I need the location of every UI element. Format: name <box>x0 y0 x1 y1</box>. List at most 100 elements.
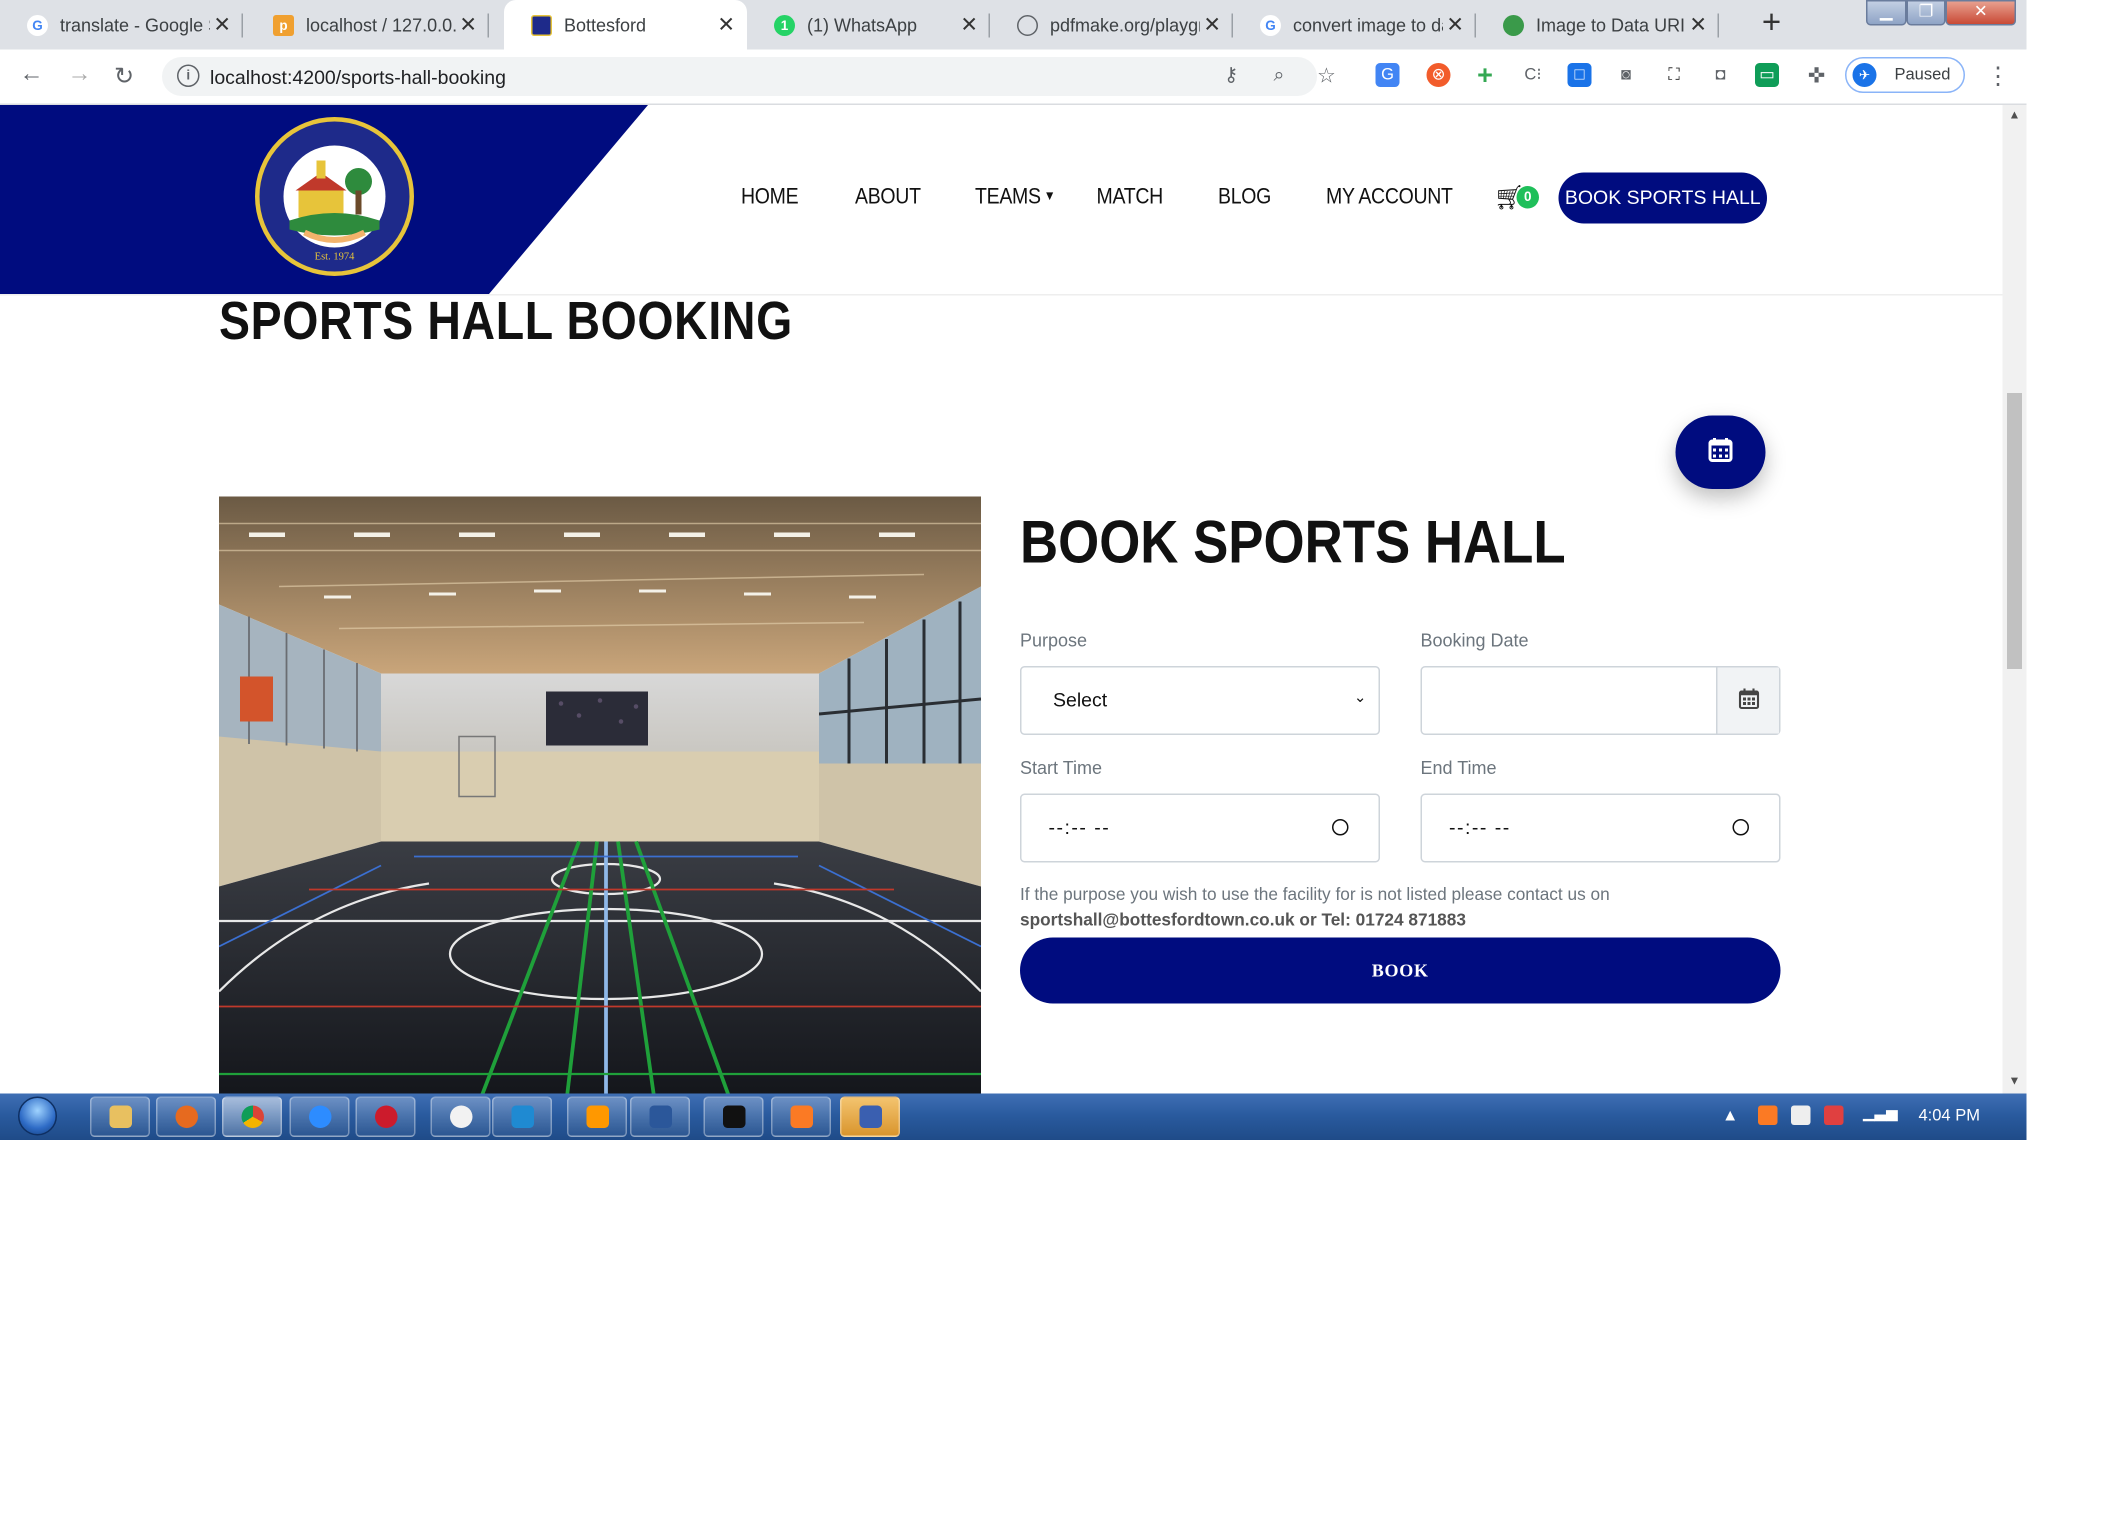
scrollbar-thumb[interactable] <box>2007 393 2022 669</box>
nav-home[interactable]: HOME <box>741 183 799 208</box>
screenshot-extension-icon[interactable]: ⛶ <box>1662 63 1686 87</box>
site-info-icon[interactable]: i <box>177 64 200 87</box>
close-tab-icon[interactable]: ✕ <box>213 12 231 38</box>
key-icon[interactable]: ⚷ <box>1224 63 1238 87</box>
taskbar-app-cmd[interactable] <box>703 1096 764 1137</box>
address-bar[interactable]: i localhost:4200/sports-hall-booking ⚷ ⌕… <box>162 57 1336 96</box>
browser-tab[interactable]: G convert image to da ✕ <box>1233 0 1476 50</box>
purpose-select[interactable]: Select ⌄ <box>1020 666 1380 735</box>
phpmyadmin-icon: p <box>273 14 294 36</box>
taskbar-app-vscode[interactable] <box>492 1096 552 1137</box>
browser-menu-icon[interactable]: ⋮ <box>1986 62 2010 92</box>
tab-title: convert image to da <box>1293 14 1443 36</box>
zoom-icon[interactable]: ⌕ <box>1274 63 1285 87</box>
taskbar-app-chrome[interactable] <box>222 1096 282 1137</box>
windows-logo-icon <box>18 1096 57 1136</box>
taskbar-app-opera[interactable] <box>355 1096 416 1137</box>
taskbar-app-word[interactable] <box>630 1096 690 1137</box>
profile-paused-button[interactable]: ✈ Paused <box>1845 57 1965 93</box>
taskbar-app-xampp[interactable] <box>771 1096 831 1137</box>
start-time-value: --:-- -- <box>1048 816 1111 839</box>
bottesford-icon <box>531 14 552 36</box>
tray-icon[interactable] <box>1791 1105 1811 1125</box>
logo-est-text: Est. 1974 <box>315 252 355 263</box>
screen: G translate - Google Se ✕ p localhost / … <box>0 0 2027 1140</box>
end-time-input[interactable]: --:-- -- <box>1420 793 1781 863</box>
start-button[interactable] <box>6 1094 66 1141</box>
taskbar-app-sublime[interactable] <box>567 1096 627 1137</box>
tray-expand-icon[interactable]: ▲ <box>1722 1107 1738 1125</box>
start-time-input[interactable]: --:-- -- <box>1020 793 1380 863</box>
close-tab-icon[interactable]: ✕ <box>1446 12 1464 38</box>
tab-title: pdfmake.org/playgr <box>1050 14 1200 36</box>
back-icon[interactable]: ← <box>20 62 44 89</box>
new-tab-button[interactable]: + <box>1754 5 1790 42</box>
profile-status: Paused <box>1894 66 1951 84</box>
extensions-puzzle-icon[interactable]: ✜ <box>1805 63 1829 87</box>
purpose-selected-value: Select <box>1053 688 1108 712</box>
minimize-button[interactable]: ▁ <box>1866 0 1907 26</box>
plus-extension-icon[interactable]: + <box>1473 62 1497 89</box>
book-sports-hall-nav-button[interactable]: BOOK SPORTS HALL <box>1558 172 1767 224</box>
forward-icon[interactable]: → <box>68 62 92 89</box>
end-time-label: End Time <box>1420 757 1497 779</box>
extension-icon[interactable]: □ <box>1567 63 1592 87</box>
xampp-tray-icon[interactable] <box>1758 1105 1778 1125</box>
taskbar-app-explorer[interactable] <box>90 1096 150 1137</box>
browser-tab[interactable]: pdfmake.org/playgr ✕ <box>990 0 1233 50</box>
clock-icon[interactable] <box>1732 819 1749 836</box>
vscode-icon <box>511 1105 534 1128</box>
club-logo[interactable]: Est. 1974 <box>255 117 414 276</box>
browser-tab[interactable]: 1 (1) WhatsApp ✕ <box>747 0 990 50</box>
taskbar-app-paint[interactable] <box>430 1096 491 1137</box>
taskbar-clock[interactable]: 4:04 PM <box>1919 1107 1980 1125</box>
extension-icon[interactable]: ▭ <box>1755 63 1779 87</box>
scroll-up-icon[interactable]: ▲ <box>2009 108 2021 122</box>
close-tab-icon[interactable]: ✕ <box>960 12 978 38</box>
nav-blog[interactable]: BLOG <box>1218 183 1271 208</box>
taskbar-app-folder[interactable] <box>840 1096 900 1137</box>
maximize-button[interactable]: ❐ <box>1906 0 1946 26</box>
nav-teams[interactable]: TEAMS ▼ <box>975 183 1056 208</box>
booking-date-field[interactable] <box>1420 666 1781 735</box>
close-tab-icon[interactable]: ✕ <box>1203 12 1221 38</box>
taskbar-app-zoom[interactable] <box>289 1096 350 1137</box>
app-icon <box>859 1105 882 1128</box>
nav-about[interactable]: ABOUT <box>855 183 921 208</box>
reload-icon[interactable]: ↻ <box>114 62 134 92</box>
bookmark-star-icon[interactable]: ☆ <box>1317 63 1336 89</box>
close-window-button[interactable]: ✕ <box>1945 0 2016 26</box>
nav-match[interactable]: MATCH <box>1097 183 1164 208</box>
camera-extension-icon[interactable]: ◙ <box>1614 63 1638 87</box>
extension-icon[interactable]: ⊗ <box>1426 63 1451 87</box>
sublime-icon <box>586 1105 609 1128</box>
extension-icon[interactable]: C⁝ <box>1521 63 1545 87</box>
close-tab-icon[interactable]: ✕ <box>459 12 477 38</box>
browser-tab-active[interactable]: Bottesford ✕ <box>504 0 747 50</box>
close-tab-icon[interactable]: ✕ <box>717 12 735 38</box>
cart-count-badge: 0 <box>1516 186 1539 209</box>
calendar-fab-button[interactable] <box>1675 415 1766 489</box>
page-scrollbar[interactable]: ▲ ▼ <box>2002 105 2027 1094</box>
network-icon[interactable]: ▁▃▅ <box>1863 1106 1898 1123</box>
close-tab-icon[interactable]: ✕ <box>1689 12 1707 38</box>
browser-tab[interactable]: Image to Data URI ✕ <box>1476 0 1719 50</box>
browser-tab[interactable]: p localhost / 127.0.0.1 ✕ <box>246 0 489 50</box>
clock-icon[interactable] <box>1332 819 1349 836</box>
taskbar-app-firefox[interactable] <box>156 1096 216 1137</box>
calendar-icon <box>1738 688 1760 710</box>
translate-extension-icon[interactable]: G <box>1375 63 1400 87</box>
globe-icon <box>1017 14 1038 36</box>
sports-hall-image <box>219 496 981 1094</box>
windows-taskbar: ▲ ▁▃▅ 4:04 PM <box>0 1093 2027 1141</box>
scroll-down-icon[interactable]: ▼ <box>2009 1074 2021 1088</box>
word-icon <box>649 1105 672 1128</box>
tab-title: localhost / 127.0.0.1 <box>306 14 456 36</box>
chrome-icon <box>241 1105 264 1128</box>
flag-tray-icon[interactable] <box>1824 1105 1844 1125</box>
nav-my-account[interactable]: MY ACCOUNT <box>1326 183 1453 208</box>
book-button[interactable]: BOOK <box>1020 937 1781 1004</box>
browser-tab[interactable]: G translate - Google Se ✕ <box>0 0 243 50</box>
datepicker-button[interactable] <box>1716 667 1779 734</box>
camera-icon[interactable]: ◘ <box>1709 63 1733 87</box>
